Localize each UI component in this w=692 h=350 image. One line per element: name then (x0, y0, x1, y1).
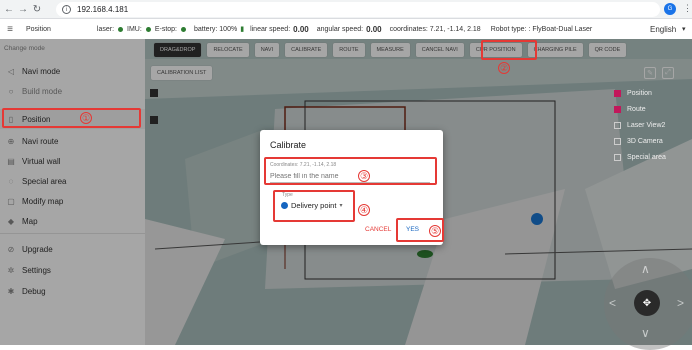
highlight-type-select (273, 190, 355, 222)
checkbox-icon[interactable] (614, 153, 621, 161)
laser-label: laser: (96, 25, 115, 33)
browser-toolbar: ← → ↻ i 192.168.4.181 G ⋮ (0, 0, 692, 19)
forward-icon[interactable]: → (16, 4, 30, 15)
layer-panel: Position Route Laser View2 3D Camera Spe… (614, 85, 686, 175)
battery-icon: ▮ (240, 26, 245, 33)
language-select[interactable]: English (650, 25, 676, 34)
url-text: 192.168.4.181 (77, 5, 129, 14)
marker-2: ② (498, 62, 510, 74)
marker-3: ③ (358, 170, 370, 182)
linear-speed-value: 0.00 (293, 24, 309, 34)
layer-position[interactable]: Position (614, 85, 686, 101)
marker-4: ④ (358, 204, 370, 216)
browser-menu-icon[interactable]: ⋮ (683, 3, 692, 14)
page-title: Position (26, 25, 51, 33)
marker-1: ① (80, 112, 92, 124)
site-info-icon[interactable]: i (62, 5, 71, 14)
layer-3d-camera[interactable]: 3D Camera (614, 133, 686, 149)
robot-type: Robot type: : FlyBoat-Dual Laser (490, 25, 593, 33)
layer-label: 3D Camera (627, 137, 663, 145)
laser-status-dot (118, 26, 124, 32)
coordinates-readout: coordinates: 7.21, -1.14, 2.18 (389, 25, 481, 33)
checkbox-icon[interactable] (614, 137, 621, 145)
imu-label: IMU: (127, 25, 142, 33)
joystick-left-icon[interactable]: < (609, 296, 616, 310)
imu-status-dot (145, 26, 151, 32)
layer-laser-view2[interactable]: Laser View2 (614, 117, 686, 133)
language-dropdown-icon[interactable]: ▾ (682, 25, 686, 33)
highlight-name-input (264, 157, 437, 185)
angular-speed-label: angular speed: (316, 25, 364, 33)
address-bar[interactable]: i 192.168.4.181 (56, 2, 660, 17)
checkbox-icon[interactable] (614, 105, 621, 113)
joystick-right-icon[interactable]: > (677, 296, 684, 310)
estop-label: E-stop: (154, 25, 177, 33)
back-icon[interactable]: ← (2, 4, 16, 15)
layer-label: Laser View2 (627, 121, 666, 129)
battery-status: battery: 100% (194, 25, 238, 33)
profile-avatar[interactable]: G (664, 3, 676, 15)
highlight-position (2, 108, 141, 128)
joystick-down-icon[interactable]: ∨ (641, 326, 650, 340)
highlight-cur-position (481, 40, 537, 60)
layer-label: Position (627, 89, 652, 97)
app-status-bar: ≡ Position laser: IMU: E-stop: battery: … (0, 19, 692, 39)
layer-label: Route (627, 105, 646, 113)
layer-route[interactable]: Route (614, 101, 686, 117)
dialog-title: Calibrate (270, 140, 307, 150)
reload-icon[interactable]: ↻ (30, 4, 44, 15)
cancel-button[interactable]: CANCEL (365, 226, 391, 233)
layer-label: Special area (627, 153, 666, 161)
checkbox-icon[interactable] (614, 121, 621, 129)
joystick-up-icon[interactable]: ∧ (641, 262, 650, 276)
angular-speed-value: 0.00 (366, 24, 382, 34)
linear-speed-label: linear speed: (250, 25, 291, 33)
joystick-center-icon[interactable]: ✥ (634, 290, 660, 316)
marker-5: ⑤ (429, 225, 441, 237)
checkbox-icon[interactable] (614, 89, 621, 97)
estop-status-dot (181, 26, 186, 32)
layer-special-area[interactable]: Special area (614, 149, 686, 165)
hamburger-menu-icon[interactable]: ≡ (0, 24, 20, 35)
